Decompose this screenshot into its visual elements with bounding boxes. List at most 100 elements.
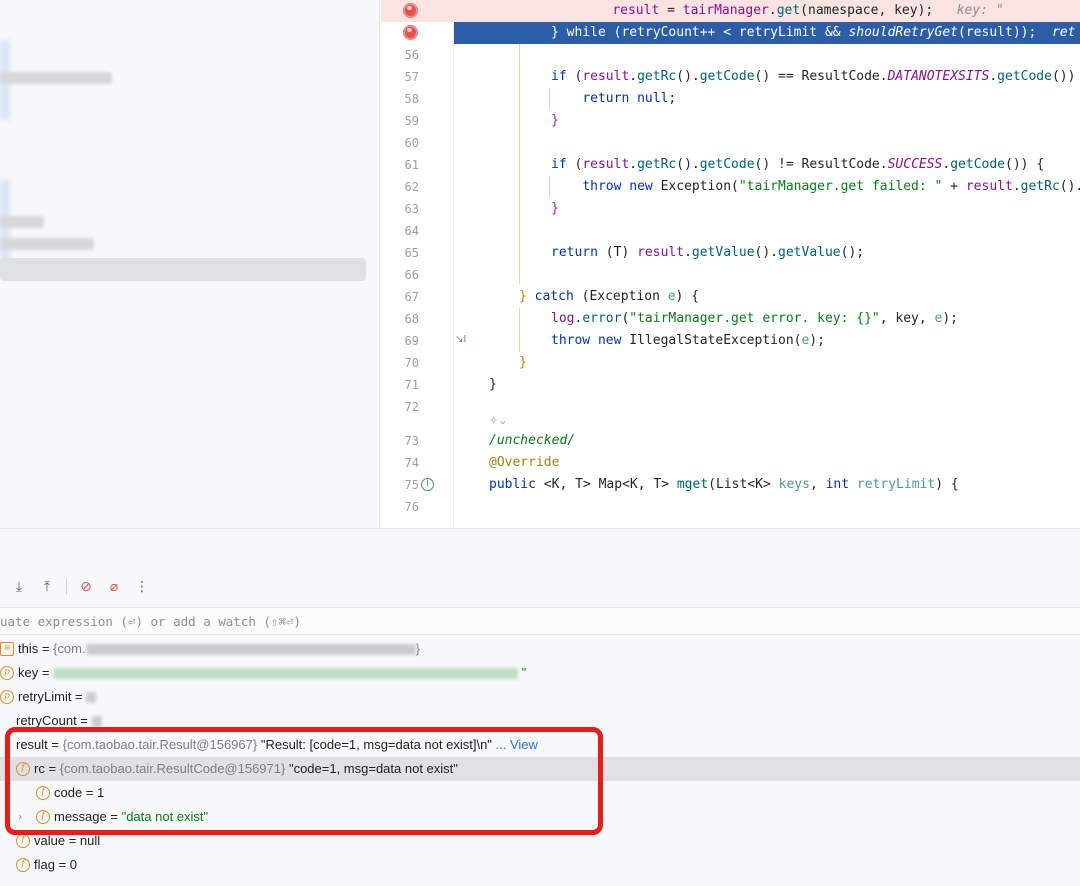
- line-number[interactable]: 75: [381, 474, 419, 496]
- view-breakpoints-icon[interactable]: ⊘: [75, 576, 97, 598]
- code-line[interactable]: 73/unchecked/: [381, 430, 1080, 452]
- line-number[interactable]: 68: [381, 308, 419, 330]
- breakpoint-icon[interactable]: [403, 25, 418, 40]
- code-line[interactable]: 69 throw new IllegalStateException(e);: [381, 330, 1080, 352]
- code-line[interactable]: 75 Ipublic <K, T> Map<K, T> mget(List<K> …: [381, 474, 1080, 496]
- parameter-icon: p: [0, 690, 14, 704]
- variable-row[interactable]: result = {com.taobao.tair.Result@156967}…: [0, 733, 1080, 757]
- code-line[interactable]: 70}: [381, 352, 1080, 374]
- variable-text: result = {com.taobao.tair.Result@156967}…: [16, 737, 538, 752]
- variable-row[interactable]: f value = null: [0, 829, 1080, 853]
- line-number[interactable]: 71: [381, 374, 419, 396]
- evaluate-expression-input[interactable]: [0, 608, 1080, 634]
- selected-tree-row[interactable]: [0, 258, 366, 281]
- line-number[interactable]: 63: [381, 198, 419, 220]
- variable-row[interactable]: f flag = 0: [0, 853, 1080, 877]
- code-text: }: [551, 113, 559, 128]
- code-text: @Override: [489, 455, 560, 470]
- step-out-icon[interactable]: ⤓: [8, 576, 30, 598]
- chevron-right-icon[interactable]: ›: [18, 805, 22, 829]
- variable-row[interactable]: ≡ this = {com.}: [0, 637, 1080, 661]
- code-text: log.error("tairManager.get error. key: {…: [551, 311, 959, 326]
- code-text: result = tairManager.get(namespace, key)…: [612, 3, 1004, 18]
- code-text: throw new Exception("tairManager.get fai…: [582, 179, 1080, 194]
- line-number[interactable]: 58: [381, 88, 419, 110]
- evaluate-bar: [0, 607, 1080, 635]
- ai-assist-icon[interactable]: ✧⌄: [489, 414, 507, 427]
- field-icon: f: [36, 786, 50, 800]
- variable-text: rc = {com.taobao.tair.ResultCode@156971}…: [34, 761, 458, 776]
- code-text: if (result.getRc().getCode() == ResultCo…: [551, 69, 1076, 84]
- code-text: return (T) result.getValue().getValue();: [551, 245, 865, 260]
- line-number[interactable]: 59: [381, 110, 419, 132]
- variable-text: key = ": [18, 665, 527, 680]
- line-number[interactable]: 73: [381, 430, 419, 452]
- project-panel: [0, 0, 380, 528]
- code-line[interactable]: 67 } catch (Exception e) {: [381, 286, 1080, 308]
- code-line[interactable]: 62 throw new Exception("tairManager.get …: [381, 176, 1080, 198]
- line-number[interactable]: 64: [381, 220, 419, 242]
- code-line[interactable]: } while (retryCount++ < retryLimit && sh…: [381, 22, 1080, 44]
- code-text: throw new IllegalStateException(e);: [551, 333, 825, 348]
- variable-row[interactable]: retryCount =: [0, 709, 1080, 733]
- parameter-icon: p: [0, 666, 14, 680]
- debug-header: [0, 529, 1080, 569]
- line-number[interactable]: 56: [381, 44, 419, 66]
- mute-breakpoints-icon[interactable]: ⌀: [103, 576, 125, 598]
- line-number[interactable]: 65: [381, 242, 419, 264]
- debug-toolbar: ⤓ ⤒ ⊘ ⌀ ⋮: [0, 569, 1080, 605]
- code-text: } catch (Exception e) {: [519, 289, 700, 304]
- code-line[interactable]: 68 log.error("tairManager.get error. key:…: [381, 308, 1080, 330]
- variable-row[interactable]: p retryLimit =: [0, 685, 1080, 709]
- code-line[interactable]: result = tairManager.get(namespace, key)…: [381, 0, 1080, 22]
- line-number[interactable]: 76: [381, 496, 419, 518]
- breakpoint-icon[interactable]: [403, 3, 418, 18]
- line-number[interactable]: 62: [381, 176, 419, 198]
- code-line[interactable]: 60: [381, 132, 1080, 154]
- variable-text: flag = 0: [34, 857, 78, 872]
- code-text: }: [519, 355, 527, 370]
- line-number[interactable]: 74: [381, 452, 419, 474]
- code-text: /unchecked/: [489, 433, 576, 448]
- code-text: }: [489, 377, 497, 392]
- variable-text: message = "data not exist": [54, 809, 209, 824]
- code-line[interactable]: 71}: [381, 374, 1080, 396]
- variable-row[interactable]: f rc = {com.taobao.tair.ResultCode@156971…: [0, 757, 1080, 781]
- implements-method-icon[interactable]: I: [421, 478, 434, 491]
- code-line[interactable]: 76: [381, 496, 1080, 518]
- line-number[interactable]: 60: [381, 132, 419, 154]
- code-line[interactable]: 66: [381, 264, 1080, 286]
- code-line[interactable]: 57 if (result.getRc().getCode() == Result…: [381, 66, 1080, 88]
- line-number[interactable]: 57: [381, 66, 419, 88]
- line-number[interactable]: 70: [381, 352, 419, 374]
- code-text: public <K, T> Map<K, T> mget(List<K> key…: [489, 477, 959, 492]
- variable-row[interactable]: p key = ": [0, 661, 1080, 685]
- blurred-item[interactable]: [0, 72, 112, 84]
- code-text: return null;: [582, 91, 677, 106]
- field-icon: f: [16, 834, 30, 848]
- variable-row[interactable]: f code = 1: [0, 781, 1080, 805]
- code-line[interactable]: 61 if (result.getRc().getCode() != Result…: [381, 154, 1080, 176]
- line-number[interactable]: 66: [381, 264, 419, 286]
- field-icon: f: [16, 858, 30, 872]
- variable-text: retryLimit =: [18, 685, 97, 709]
- line-number[interactable]: 61: [381, 154, 419, 176]
- blurred-item[interactable]: [0, 216, 44, 228]
- blurred-item[interactable]: [0, 238, 94, 250]
- code-line[interactable]: 63}: [381, 198, 1080, 220]
- code-line[interactable]: 59}: [381, 110, 1080, 132]
- code-line[interactable]: 64: [381, 220, 1080, 242]
- code-line[interactable]: 74 @Override: [381, 452, 1080, 474]
- field-icon: f: [16, 762, 30, 776]
- code-line[interactable]: 58 return null;: [381, 88, 1080, 110]
- code-line[interactable]: 56: [381, 44, 1080, 66]
- step-up-icon[interactable]: ⤒: [36, 576, 58, 598]
- code-line[interactable]: 65 return (T) result.getValue().getValue(…: [381, 242, 1080, 264]
- object-icon: ≡: [0, 642, 14, 656]
- line-number[interactable]: 69: [381, 330, 419, 352]
- code-text: }: [551, 201, 559, 216]
- line-number[interactable]: 67: [381, 286, 419, 308]
- code-editor[interactable]: result = tairManager.get(namespace, key)…: [381, 0, 1080, 528]
- more-icon[interactable]: ⋮: [131, 576, 153, 598]
- variable-row[interactable]: › f message = "data not exist": [0, 805, 1080, 829]
